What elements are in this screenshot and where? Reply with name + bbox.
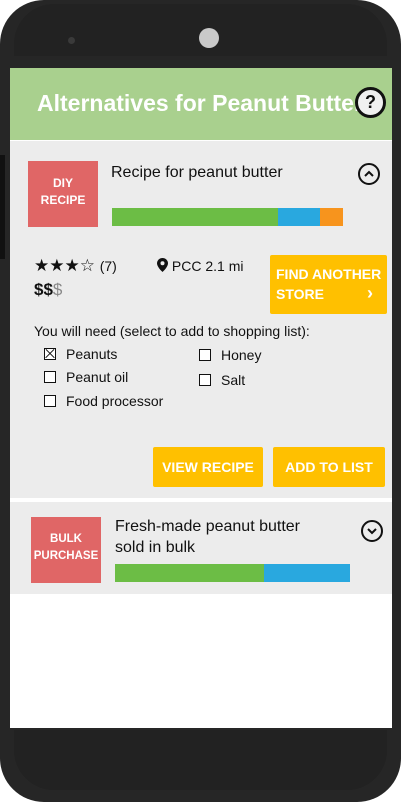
star-rating: ★★★☆ (7): [34, 256, 117, 276]
checkbox-icon: [44, 395, 56, 407]
ingredient-label: Food processor: [66, 393, 164, 409]
phone-top-bezel: [14, 4, 387, 56]
chevron-up-icon[interactable]: [358, 163, 380, 185]
phone-bottom-bezel: [14, 730, 387, 790]
phone-camera: [199, 28, 219, 48]
impact-bar-blue: [278, 208, 320, 226]
price-level: $$$: [34, 280, 62, 300]
tag-line: PURCHASE: [33, 550, 99, 562]
page-title: Alternatives for Peanut Butter: [37, 90, 363, 116]
stars-icon: ★★★☆: [34, 256, 95, 275]
ingredient-checkbox[interactable]: Honey: [199, 347, 261, 363]
store-location: PCC 2.1 mi: [157, 258, 243, 274]
phone-sensor: [68, 37, 75, 44]
location-text: PCC 2.1 mi: [171, 258, 244, 274]
add-to-list-button[interactable]: ADD TO LIST: [273, 447, 385, 487]
diy-recipe-tag: DIY RECIPE: [28, 161, 98, 227]
tag-line: BULK: [50, 533, 82, 545]
ingredient-checkbox[interactable]: Peanut oil: [44, 369, 128, 385]
card-title-line: sold in bulk: [115, 539, 196, 556]
ingredient-label: Honey: [221, 347, 262, 363]
find-another-store-button[interactable]: FIND ANOTHER STORE ›: [270, 255, 387, 314]
alternative-card-bulk[interactable]: BULK PURCHASE Fresh-made peanut butter s…: [10, 502, 392, 594]
map-pin-icon: [157, 258, 168, 272]
impact-bar-green: [112, 208, 278, 226]
bulk-purchase-tag: BULK PURCHASE: [31, 517, 101, 583]
ingredient-label: Peanuts: [66, 346, 118, 362]
price-inactive: $: [52, 280, 63, 299]
review-count: (7): [99, 258, 117, 274]
button-label: STORE: [276, 286, 324, 302]
phone-side-button: [0, 155, 5, 259]
button-label: FIND ANOTHER: [276, 266, 382, 282]
price-active: $$: [34, 280, 53, 299]
app-header: Alternatives for Peanut Butter ?: [10, 68, 392, 140]
ingredient-checkbox[interactable]: Food processor: [44, 393, 163, 409]
tag-line: DIY: [52, 176, 73, 190]
ingredient-checkbox[interactable]: Salt: [199, 372, 245, 388]
help-button[interactable]: ?: [355, 87, 386, 118]
chevron-down-icon[interactable]: [361, 520, 383, 542]
app-screen: Alternatives for Peanut Butter ? DIY REC…: [10, 68, 392, 728]
ingredient-label: Peanut oil: [66, 369, 129, 385]
phone-frame: Alternatives for Peanut Butter ? DIY REC…: [0, 0, 401, 802]
chevron-right-icon: ›: [367, 283, 373, 303]
card-title: Recipe for peanut butter: [111, 164, 283, 181]
ingredient-label: Salt: [221, 372, 246, 388]
ingredient-checkbox[interactable]: Peanuts: [44, 346, 117, 362]
tag-line: RECIPE: [40, 193, 86, 207]
card-title: Fresh-made peanut butter sold in bulk: [115, 516, 300, 558]
checkbox-checked-icon: [44, 348, 56, 360]
checkbox-icon: [199, 349, 211, 361]
checkbox-icon: [44, 371, 56, 383]
alternative-card-diy: DIY RECIPE Recipe for peanut butter ★★★☆…: [10, 141, 392, 498]
ingredients-label: You will need (select to add to shopping…: [34, 323, 310, 339]
impact-bar-blue: [264, 564, 350, 582]
view-recipe-button[interactable]: VIEW RECIPE: [153, 447, 263, 487]
impact-bar-orange: [320, 208, 343, 226]
impact-bar-green: [115, 564, 264, 582]
card-title-line: Fresh-made peanut butter: [115, 518, 300, 535]
checkbox-icon: [199, 374, 211, 386]
